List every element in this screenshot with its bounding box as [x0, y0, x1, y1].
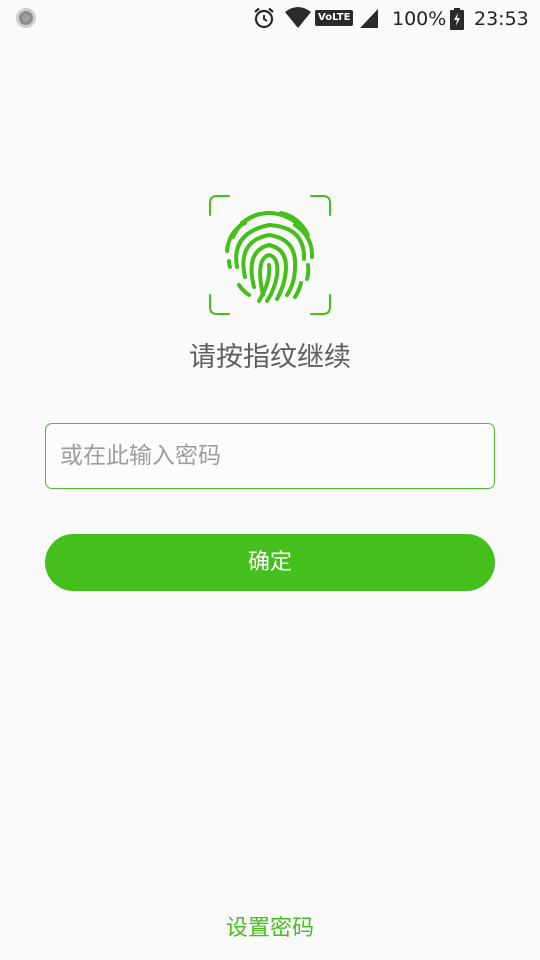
alarm-icon — [254, 7, 274, 29]
fingerprint-icon[interactable] — [209, 195, 331, 315]
fingerprint-prompt: 请按指纹继续 — [189, 342, 351, 373]
battery-charging-icon — [450, 8, 464, 30]
notification-dot-icon — [16, 8, 36, 28]
clock: 23:53 — [474, 8, 529, 30]
password-field[interactable] — [45, 423, 495, 489]
cell-signal-icon — [360, 9, 378, 28]
password-input[interactable] — [60, 424, 480, 487]
volte-icon: VoLTE — [315, 10, 354, 26]
set-password-link[interactable]: 设置密码 — [0, 912, 540, 946]
confirm-button[interactable]: 确定 — [45, 534, 495, 591]
status-bar: VoLTE 100% 23:53 — [0, 0, 540, 38]
wifi-icon — [285, 7, 311, 28]
battery-percent: 100% — [392, 8, 447, 30]
